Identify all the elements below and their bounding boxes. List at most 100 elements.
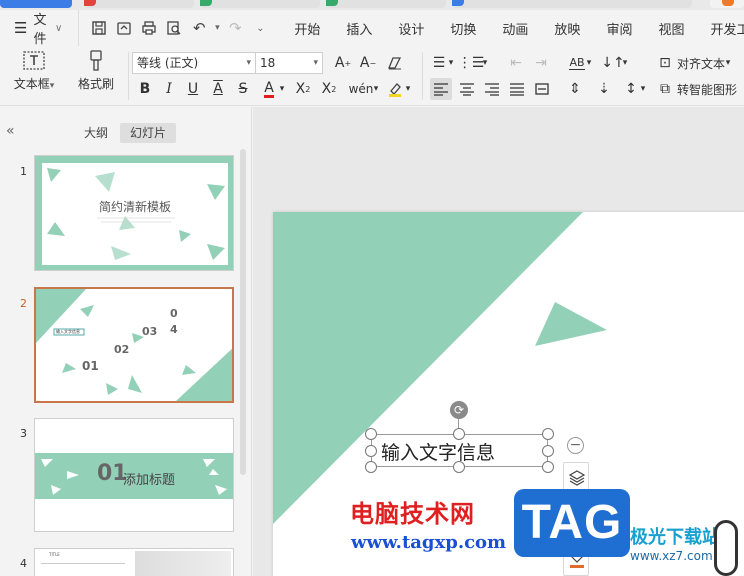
slide-number: 2 [20, 297, 27, 310]
font-size-value: 18 [260, 56, 276, 70]
window-tab-5[interactable] [452, 0, 692, 8]
export-pdf-icon[interactable] [112, 16, 136, 40]
slide-number: 4 [20, 557, 27, 570]
tab-animations[interactable]: 动画 [489, 19, 541, 38]
underline-icon[interactable]: U [182, 78, 204, 100]
clear-formatting-icon[interactable] [384, 52, 406, 74]
superscript-icon[interactable]: X2 [292, 78, 314, 100]
layers-icon[interactable] [568, 469, 586, 490]
textbox-content[interactable]: 输入文字信息 [381, 438, 495, 465]
resize-handle[interactable] [453, 461, 465, 473]
column-spacing-dropdown-icon[interactable]: ▾ [638, 78, 648, 100]
font-name-select[interactable]: 等线 (正文) ▾ [132, 52, 256, 74]
bold-icon[interactable]: B [134, 78, 156, 100]
rotate-handle-icon[interactable]: ⟳ [450, 401, 468, 419]
customize-toolbar-icon[interactable]: ⌄ [248, 16, 272, 40]
italic-icon[interactable]: I [158, 78, 180, 100]
slide-thumbnail-3[interactable]: 01 添加标题 [34, 418, 234, 532]
window-tab-3[interactable] [200, 0, 320, 8]
window-tab-1[interactable] [0, 0, 72, 8]
numbering-icon[interactable]: ⋮☰ [458, 52, 485, 74]
align-center-icon[interactable] [456, 78, 478, 100]
line-spacing-icon[interactable]: ⇕ [564, 78, 586, 100]
align-text-label[interactable]: 对齐文本 [677, 55, 725, 72]
resize-handle[interactable] [542, 461, 554, 473]
tab-design[interactable]: 设计 [385, 19, 437, 38]
tab-transitions[interactable]: 切换 [437, 19, 489, 38]
current-slide[interactable] [273, 212, 744, 576]
collapse-toolbar-icon[interactable]: − [567, 437, 584, 454]
tab-outline[interactable]: 大纲 [76, 123, 116, 143]
slide-4-rule [41, 563, 125, 564]
font-size-select[interactable]: 18 ▾ [255, 52, 323, 74]
sort-dropdown-icon[interactable]: ▾ [620, 52, 630, 74]
slide-thumbnail-1[interactable]: 简约清新模板 [34, 155, 234, 271]
tab-developer[interactable]: 开发工具 [697, 19, 744, 38]
window-tab-6[interactable] [710, 0, 744, 8]
smartart-label[interactable]: 转智能图形 [677, 81, 737, 98]
resize-handle[interactable] [542, 445, 554, 457]
undo-icon[interactable]: ↶ [187, 16, 211, 40]
align-left-icon[interactable] [430, 78, 452, 100]
decrease-indent-icon[interactable]: ⇤ [505, 52, 527, 74]
phonetic-guide-icon[interactable]: wén [349, 78, 374, 100]
strikethrough-icon[interactable]: S [232, 78, 254, 100]
resize-handle[interactable] [542, 428, 554, 440]
watermark-url: www.tagxp.com [351, 532, 507, 553]
file-menu[interactable]: ☰ 文件 ∨ [0, 9, 62, 47]
bullets-dropdown-icon[interactable]: ▾ [446, 52, 456, 74]
slide-canvas[interactable] [253, 107, 744, 576]
chevron-down-icon: ∨ [55, 22, 63, 34]
textbox-button[interactable]: 文本框▾ [4, 50, 64, 92]
slide-thumbnail-2[interactable]: 输入文字信息 01 02 03 0 4 [34, 287, 234, 403]
phonetic-dropdown-icon[interactable]: ▾ [370, 78, 382, 100]
smartart-icon[interactable]: ⧉ [654, 78, 676, 100]
justify-icon[interactable] [506, 78, 528, 100]
tab-view[interactable]: 视图 [645, 19, 697, 38]
numbering-dropdown-icon[interactable]: ▾ [480, 52, 490, 74]
align-right-icon[interactable] [481, 78, 503, 100]
undo-dropdown-icon[interactable]: ▾ [212, 16, 222, 40]
slide-artwork [273, 212, 607, 524]
print-icon[interactable] [137, 16, 161, 40]
paragraph-spacing-icon[interactable]: ⇣ [593, 78, 615, 100]
watermark-loop-icon [714, 520, 738, 576]
watermark-site-name: 极光下载站 [630, 527, 720, 548]
align-text-dropdown-icon[interactable]: ▾ [722, 52, 734, 74]
collapse-panel-icon[interactable]: « [6, 123, 15, 139]
save-icon[interactable] [87, 16, 111, 40]
font-color-dropdown-icon[interactable]: ▾ [276, 78, 288, 100]
text-direction-dropdown-icon[interactable]: ▾ [584, 52, 594, 74]
tab-slideshow[interactable]: 放映 [541, 19, 593, 38]
decrease-font-size-icon[interactable]: A − [357, 52, 379, 74]
tab-review[interactable]: 审阅 [593, 19, 645, 38]
resize-handle[interactable] [365, 428, 377, 440]
slide-4-image [135, 551, 231, 576]
resize-handle[interactable] [365, 461, 377, 473]
textbox-icon [23, 51, 45, 70]
resize-handle[interactable] [453, 428, 465, 440]
align-text-icon[interactable]: ⊡ [654, 52, 676, 74]
window-tab-4[interactable] [326, 0, 446, 8]
increase-indent-icon[interactable]: ⇥ [530, 52, 552, 74]
tab-insert[interactable]: 插入 [333, 19, 385, 38]
distributed-icon[interactable] [531, 78, 553, 100]
subscript-icon[interactable]: X2 [318, 78, 340, 100]
watermark-cn-text: 电脑技术网 [350, 500, 475, 528]
slide-thumbnail-4[interactable]: TITLE [34, 548, 234, 576]
chevron-down-icon: ▾ [313, 58, 318, 68]
format-painter-button[interactable]: 格式刷 [66, 50, 126, 92]
quick-access-toolbar: ↶ ▾ ↷ ⌄ [78, 10, 273, 46]
redo-icon[interactable]: ↷ [223, 16, 247, 40]
increase-font-size-icon[interactable]: A + [332, 52, 354, 74]
text-shadow-icon[interactable]: A [207, 78, 229, 100]
tab-home[interactable]: 开始 [281, 19, 333, 38]
tab-slides[interactable]: 幻灯片 [120, 123, 176, 143]
panel-scrollbar[interactable] [240, 149, 246, 475]
window-tab-2[interactable] [84, 0, 194, 8]
slide-2-artwork [36, 289, 232, 401]
print-preview-icon[interactable] [162, 16, 186, 40]
highlight-dropdown-icon[interactable]: ▾ [402, 78, 414, 100]
slide-3-title: 添加标题 [123, 473, 176, 488]
resize-handle[interactable] [365, 445, 377, 457]
